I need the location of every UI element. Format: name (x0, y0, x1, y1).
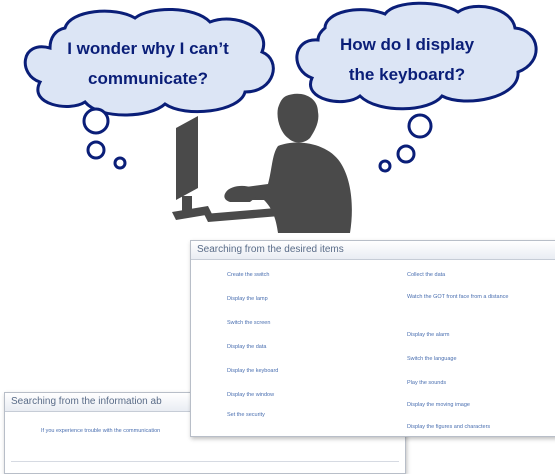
bubble-left-line1: I wonder why I can’t (67, 39, 229, 58)
link-switch-screen[interactable]: Switch the screen (227, 319, 270, 327)
person-head (277, 93, 319, 143)
link-communication-trouble[interactable]: If you experience trouble with the commu… (41, 427, 201, 435)
link-set-security[interactable]: Set the security (227, 411, 265, 419)
bubble-left-text: I wonder why I can’t communicate? (28, 34, 268, 94)
link-play-sounds[interactable]: Play the sounds (407, 379, 446, 387)
link-watch-got-front-face[interactable]: Watch the GOT front face from a distance (407, 293, 547, 301)
bubble-tail-left-2 (86, 140, 106, 160)
link-display-window[interactable]: Display the window (227, 391, 274, 399)
link-create-switch[interactable]: Create the switch (227, 271, 270, 279)
bubble-right-line1: How do I display (339, 35, 475, 54)
link-display-lamp[interactable]: Display the lamp (227, 295, 268, 303)
bubble-right-text: How do I display the keyboard? (302, 30, 512, 90)
person-body (234, 142, 352, 233)
link-display-moving-image[interactable]: Display the moving image (407, 401, 470, 409)
link-display-data[interactable]: Display the data (227, 343, 266, 351)
keyboard-icon (204, 208, 280, 222)
link-display-alarm[interactable]: Display the alarm (407, 331, 450, 339)
link-switch-language[interactable]: Switch the language (407, 355, 457, 363)
desired-items-panel-title: Searching from the desired items (191, 241, 555, 260)
bubble-right-line2: the keyboard? (348, 65, 466, 84)
bubble-tail-right-1 (407, 113, 433, 139)
link-collect-data[interactable]: Collect the data (407, 271, 445, 279)
person-at-computer-illustration (172, 93, 352, 233)
bubble-tail-left-3 (113, 156, 127, 170)
link-display-keyboard[interactable]: Display the keyboard (227, 367, 278, 375)
monitor-icon (176, 116, 198, 200)
bubble-tail-left-1 (82, 107, 110, 135)
bubble-tail-right-3 (378, 159, 392, 173)
bubble-tail-right-2 (396, 144, 416, 164)
link-display-figures-characters[interactable]: Display the figures and characters (407, 423, 490, 431)
desired-items-panel: Searching from the desired items Create … (190, 240, 555, 437)
info-panel-divider (11, 461, 399, 462)
